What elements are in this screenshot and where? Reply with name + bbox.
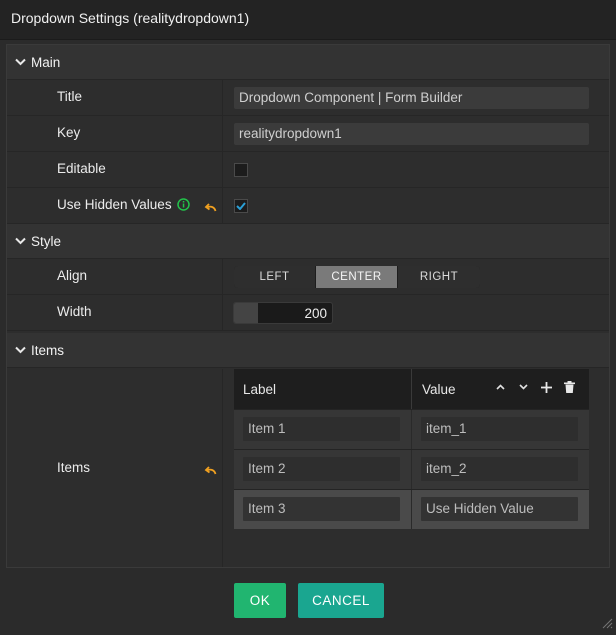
field-row-align: Align LEFT CENTER RIGHT bbox=[7, 259, 609, 295]
chevron-down-icon bbox=[9, 346, 31, 354]
field-row-width: Width 200 bbox=[7, 295, 609, 331]
item-value-cell: item_1 bbox=[412, 410, 589, 449]
undo-icon[interactable] bbox=[204, 463, 217, 479]
items-table-actions bbox=[489, 377, 581, 397]
dialog-title: Dropdown Settings (realitydropdown1) bbox=[0, 0, 616, 40]
item-label-input[interactable]: Item 2 bbox=[243, 457, 400, 481]
column-header-label: Label bbox=[234, 369, 412, 409]
trash-icon[interactable] bbox=[558, 377, 581, 397]
align-label: Align bbox=[57, 268, 88, 283]
items-label: Items bbox=[57, 460, 91, 475]
table-row[interactable]: Item 1 item_1 bbox=[234, 409, 589, 449]
key-input[interactable]: realitydropdown1 bbox=[234, 123, 589, 145]
title-label: Title bbox=[57, 89, 83, 104]
section-items-label: Items bbox=[31, 342, 65, 358]
section-items-header[interactable]: Items bbox=[7, 333, 609, 368]
align-center-button[interactable]: CENTER bbox=[316, 266, 398, 288]
field-row-items: Items Label Value Item 1 item_1 Item 2 i… bbox=[7, 369, 609, 567]
cancel-button[interactable]: CANCEL bbox=[298, 583, 384, 618]
item-value-input[interactable]: item_2 bbox=[421, 457, 578, 481]
section-style-header[interactable]: Style bbox=[7, 224, 609, 259]
item-label-input[interactable]: Item 1 bbox=[243, 417, 400, 441]
info-icon[interactable] bbox=[176, 198, 190, 214]
chevron-down-icon bbox=[9, 237, 31, 245]
use-hidden-values-checkbox[interactable] bbox=[234, 199, 248, 213]
item-label-cell: Item 2 bbox=[234, 450, 412, 489]
align-left-button[interactable]: LEFT bbox=[234, 266, 316, 288]
align-segmented-control: LEFT CENTER RIGHT bbox=[234, 266, 480, 288]
item-value-input[interactable]: Use Hidden Value bbox=[421, 497, 578, 521]
section-main-label: Main bbox=[31, 54, 61, 70]
field-row-key: Key realitydropdown1 bbox=[7, 116, 609, 152]
add-icon[interactable] bbox=[535, 377, 558, 397]
align-right-button[interactable]: RIGHT bbox=[398, 266, 480, 288]
field-row-title: Title Dropdown Component | Form Builder bbox=[7, 80, 609, 116]
checkmark-icon bbox=[236, 202, 246, 210]
field-row-use-hidden-values: Use Hidden Values bbox=[7, 188, 609, 224]
editable-label: Editable bbox=[57, 161, 106, 176]
move-down-icon[interactable] bbox=[512, 377, 535, 397]
item-label-cell: Item 1 bbox=[234, 410, 412, 449]
width-slider-fill bbox=[234, 303, 258, 323]
move-up-icon[interactable] bbox=[489, 377, 512, 397]
field-row-editable: Editable bbox=[7, 152, 609, 188]
item-value-cell: Use Hidden Value bbox=[412, 490, 589, 529]
width-label: Width bbox=[57, 304, 92, 319]
section-style-label: Style bbox=[31, 233, 62, 249]
editable-checkbox[interactable] bbox=[234, 163, 248, 177]
settings-panel: Main Title Dropdown Component | Form Bui… bbox=[6, 44, 610, 568]
table-row[interactable]: Item 2 item_2 bbox=[234, 449, 589, 489]
item-value-input[interactable]: item_1 bbox=[421, 417, 578, 441]
width-number-slider[interactable]: 200 bbox=[233, 302, 333, 324]
width-value: 200 bbox=[304, 306, 327, 321]
use-hidden-values-label: Use Hidden Values bbox=[57, 197, 172, 212]
item-label-input[interactable]: Item 3 bbox=[243, 497, 400, 521]
items-table-body: Item 1 item_1 Item 2 item_2 Item 3 Use Hidden… bbox=[234, 409, 589, 529]
items-table: Label Value Item 1 item_1 Item 2 item_2 … bbox=[234, 369, 589, 529]
undo-icon[interactable] bbox=[204, 200, 217, 216]
item-value-cell: item_2 bbox=[412, 450, 589, 489]
chevron-down-icon bbox=[9, 58, 31, 66]
table-row[interactable]: Item 3 Use Hidden Value bbox=[234, 489, 589, 529]
title-input[interactable]: Dropdown Component | Form Builder bbox=[234, 87, 589, 109]
use-hidden-values-label-wrap: Use Hidden Values bbox=[57, 197, 190, 214]
ok-button[interactable]: OK bbox=[234, 583, 286, 618]
items-table-header: Label Value bbox=[234, 369, 589, 409]
resize-grip-icon[interactable] bbox=[601, 616, 613, 632]
item-label-cell: Item 3 bbox=[234, 490, 412, 529]
key-label: Key bbox=[57, 125, 81, 140]
section-main-header[interactable]: Main bbox=[7, 45, 609, 80]
